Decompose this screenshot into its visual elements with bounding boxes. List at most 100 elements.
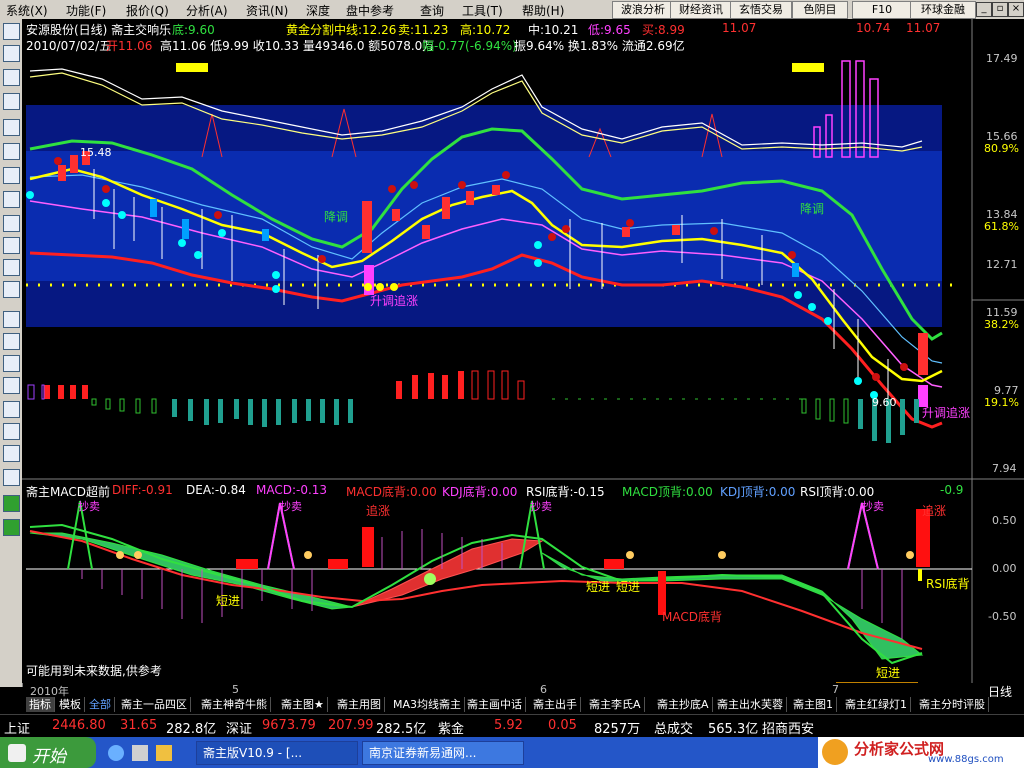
tab-zhai-1[interactable]: 斋主一品四区 — [118, 697, 191, 712]
desktop-icon[interactable] — [132, 745, 148, 761]
buy-price: 买:8.99 — [642, 23, 685, 37]
grid-icon[interactable] — [3, 167, 20, 184]
macd-tail: -0.9 — [940, 483, 964, 497]
window-icon[interactable] — [3, 119, 20, 136]
tab-zhai-8[interactable]: 斋主抄底A — [654, 697, 713, 712]
global-finance-button[interactable]: 环球金融 — [910, 1, 976, 19]
tab-all[interactable]: 全部 — [86, 697, 115, 712]
menu-tools[interactable]: 工具(T) — [462, 2, 503, 19]
bottom-price: 底:9.60 — [172, 23, 215, 37]
down-arrow-icon[interactable] — [3, 519, 20, 536]
wave-icon[interactable] — [3, 311, 20, 328]
mid-price: 中:10.21 — [528, 23, 579, 37]
task-zhaizhu[interactable]: 斋主版V10.9 - [... — [196, 741, 358, 765]
users-icon[interactable] — [3, 215, 20, 232]
menu-intraday[interactable]: 盘中参考 — [346, 2, 394, 19]
sz-value: 9673.79 — [262, 718, 316, 733]
list-icon[interactable] — [3, 143, 20, 160]
tab-zhai-7[interactable]: 斋主李氏A — [586, 697, 645, 712]
kline-icon[interactable] — [3, 93, 20, 110]
tab-ma3[interactable]: MA3均线斋主 — [390, 697, 466, 712]
menu-query[interactable]: 查询 — [420, 2, 444, 19]
zj-change: 0.05 — [548, 718, 577, 733]
tab-indicator[interactable]: 指标 — [26, 697, 55, 712]
kline-chart[interactable] — [22, 19, 1024, 683]
tab-zhai-5[interactable]: 斋主画中话 — [464, 697, 526, 712]
menu-quote[interactable]: 报价(Q) — [126, 2, 169, 19]
zj-label: 紫金 — [438, 722, 465, 737]
up-arrow-icon[interactable] — [3, 495, 20, 512]
finance-news-button[interactable]: 财经资讯 — [670, 1, 732, 19]
menu-function[interactable]: 功能(F) — [66, 2, 106, 19]
macd-top: MACD顶背:0.00 — [622, 485, 713, 499]
macd-chase-1: 追涨 — [366, 504, 391, 518]
left-toolbar — [0, 19, 23, 687]
tab-zhai-9[interactable]: 斋主出水芙蓉 — [714, 697, 787, 712]
mark-price-1: 11.07 — [722, 21, 757, 35]
tab-zhai-11[interactable]: 斋主红绿灯1 — [842, 697, 911, 712]
macd-dea: DEA:-0.84 — [186, 483, 246, 497]
kdj-bottom: KDJ底背:0.00 — [442, 485, 518, 499]
date-month: 7 — [832, 683, 839, 696]
menu-depth[interactable]: 深度 — [306, 2, 330, 19]
brand-logo-icon — [822, 739, 848, 765]
macd-green-dot — [424, 573, 436, 585]
tab-zhai-4[interactable]: 斋主用图 — [334, 697, 385, 712]
task-nanjing[interactable]: 南京证券新易通网... — [362, 741, 524, 765]
fib-tick: 80.9% — [984, 142, 1019, 155]
macd-sell-3: 抄卖 — [530, 500, 552, 513]
macd-chase-2: 追涨 — [922, 504, 947, 518]
macd-short-2: 短进 — [586, 580, 611, 594]
macd-green-fill-1 — [29, 532, 353, 610]
menu-news[interactable]: 资讯(N) — [246, 2, 288, 19]
restore-icon[interactable]: ▫ — [992, 2, 1008, 17]
tab-zhai-10[interactable]: 斋主图1 — [790, 697, 837, 712]
macd-triangles-magenta — [267, 502, 879, 570]
start-label: 开始 — [32, 747, 66, 767]
menu-system[interactable]: 系统(X) — [6, 2, 48, 19]
start-button[interactable]: 开始 — [0, 737, 96, 768]
tab-zhai-12[interactable]: 斋主分时评股 — [916, 697, 989, 712]
line-chart-icon[interactable] — [3, 69, 20, 86]
compare-icon[interactable] — [3, 355, 20, 372]
fx-icon[interactable] — [3, 237, 20, 254]
bar-date: 2010/07/02/五 — [26, 39, 112, 53]
sh-amount: 282.8亿 — [166, 722, 217, 737]
sell-price: 卖:11.23 — [398, 23, 449, 37]
tab-zhai-3[interactable]: 斋主图★ — [278, 697, 328, 712]
macd-sell-1: 抄卖 — [78, 500, 100, 513]
minimize-icon[interactable]: _ — [976, 2, 992, 17]
sz-amount: 282.5亿 — [376, 722, 427, 737]
quote-list-icon[interactable] — [3, 23, 20, 40]
down-label-1: 降调 — [324, 210, 349, 224]
trade-button[interactable]: 玄悟交易 — [730, 1, 792, 19]
tab-zhai-6[interactable]: 斋主出手 — [530, 697, 581, 712]
tab-zhai-2[interactable]: 斋主神奇牛熊 — [198, 697, 271, 712]
tab-template[interactable]: 模板 — [56, 697, 85, 712]
menu-help[interactable]: 帮助(H) — [522, 2, 564, 19]
price-tick: 17.49 — [986, 52, 1018, 65]
export-icon[interactable] — [3, 445, 20, 462]
macd-bottom: MACD底背:0.00 — [346, 485, 437, 499]
f10-button[interactable]: F10 — [852, 1, 912, 19]
color-button[interactable]: 色阴目 — [792, 1, 848, 19]
up-arrow-markers — [364, 283, 398, 291]
search-icon[interactable] — [3, 259, 20, 276]
wave-analysis-button[interactable]: 波浪分析 — [612, 1, 674, 19]
macd-value: MACD:-0.13 — [256, 483, 328, 497]
mail-icon[interactable] — [3, 191, 20, 208]
tool-icon[interactable] — [3, 423, 20, 440]
chart-icon[interactable] — [3, 377, 20, 394]
close-icon[interactable]: × — [1008, 2, 1024, 17]
eif-icon[interactable] — [3, 281, 20, 298]
folder-icon[interactable] — [156, 745, 172, 761]
exit-icon[interactable] — [3, 469, 20, 486]
money-icon[interactable] — [3, 401, 20, 418]
indicator-tabs: 指标 模板 全部 斋主一品四区 斋主神奇牛熊 斋主图★ 斋主用图 MA3均线斋主… — [22, 697, 1024, 713]
ie-icon[interactable] — [108, 745, 124, 761]
menu-analysis[interactable]: 分析(A) — [186, 2, 228, 19]
rsi-icon[interactable] — [3, 333, 20, 350]
broker-name: 招商西安 — [762, 722, 815, 737]
table-icon[interactable] — [3, 45, 20, 62]
down-label-2: 降调 — [800, 202, 825, 216]
